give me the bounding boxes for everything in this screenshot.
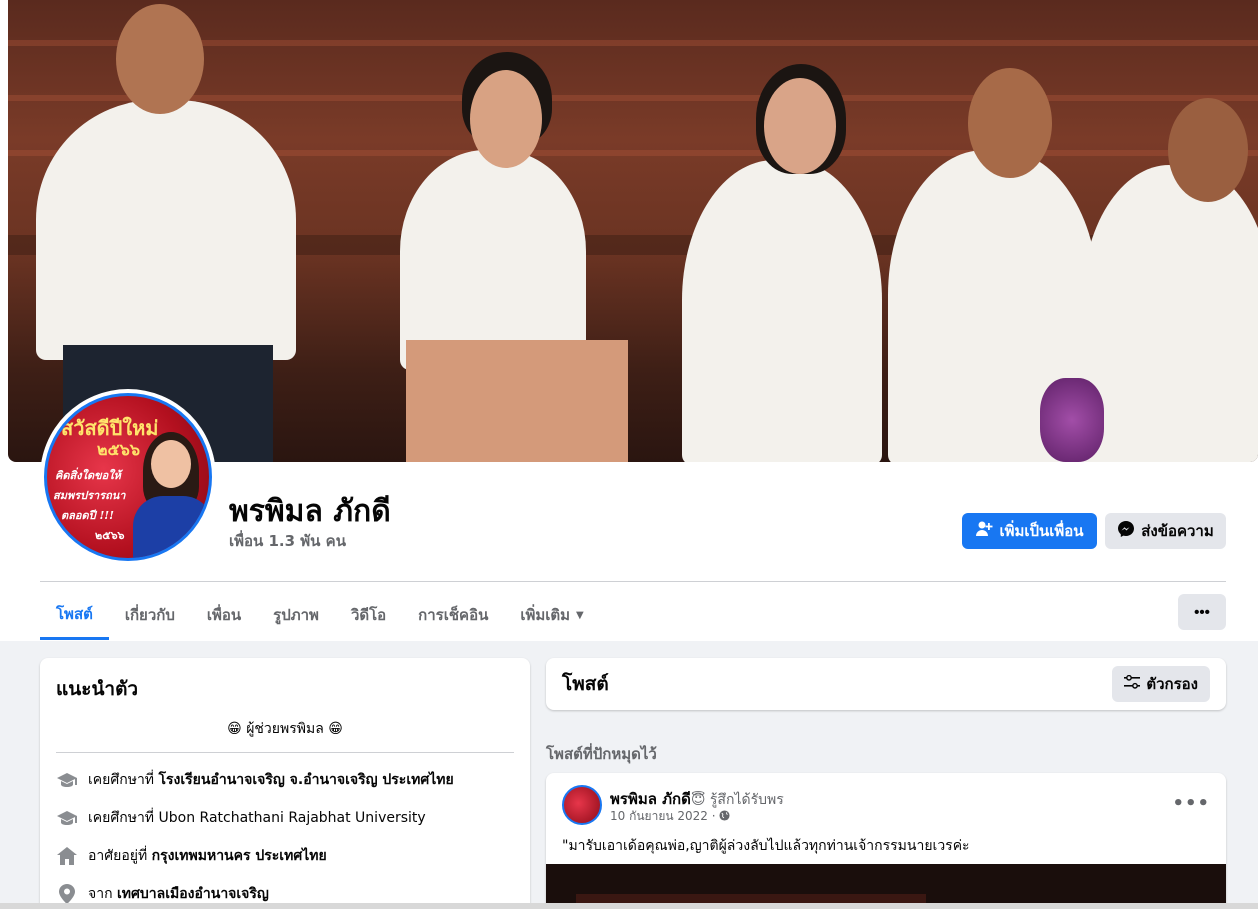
post-feeling: 😇 รู้สึกได้รับพร (690, 792, 784, 808)
tab-posts[interactable]: โพสต์ (40, 590, 109, 640)
add-friend-label: เพิ่มเป็นเพื่อน (999, 523, 1084, 540)
cover-photo[interactable] (8, 0, 1258, 462)
messenger-icon (1117, 520, 1135, 542)
post-author-name[interactable]: พรพิมล ภักดี (610, 790, 691, 808)
friends-count[interactable]: เพื่อน 1.3 พัน คน (229, 529, 346, 553)
education-university-link[interactable]: Ubon Ratchathani Rajabhat University (159, 810, 426, 826)
home-icon (56, 845, 78, 867)
intro-from-row: จาก เทศบาลเมืองอำนาจเจริญ (56, 883, 514, 905)
post-text: "มารับเอาเด้อคุณพ่อ,ญาติผู้ล่วงลับไปแล้ว… (562, 838, 970, 854)
tab-friends[interactable]: เพื่อน (191, 590, 257, 640)
row-prefix: เคยศึกษาที่ (88, 810, 155, 826)
pinned-post: พรพิมล ภักดี😇 รู้สึกได้รับพร 10 กันยายน … (546, 773, 1226, 909)
post-meta: 10 กันยายน 2022 · (610, 807, 730, 826)
avatar-caption: ๒๕๖๖ (95, 529, 125, 542)
row-prefix: เคยศึกษาที่ (88, 772, 155, 788)
filter-label: ตัวกรอง (1146, 676, 1198, 693)
posts-header-card: โพสต์ ตัวกรอง (546, 658, 1226, 710)
horizontal-scrollbar[interactable] (0, 903, 1258, 909)
more-options-button[interactable]: ••• (1178, 594, 1226, 630)
tab-photos[interactable]: รูปภาพ (257, 590, 335, 640)
globe-icon (719, 809, 730, 823)
lives-in-link[interactable]: กรุงเทพมหานคร ประเทศไทย (152, 848, 327, 864)
intro-education-row: เคยศึกษาที่ Ubon Ratchathani Rajabhat Un… (56, 807, 514, 829)
post-date[interactable]: 10 กันยายน 2022 · (610, 809, 716, 823)
add-friend-icon (975, 520, 993, 542)
pinned-posts-label: โพสต์ที่ปักหมุดไว้ (546, 745, 657, 763)
education-school-link[interactable]: โรงเรียนอำนาจเจริญ จ.อำนาจเจริญ ประเทศไท… (159, 772, 454, 788)
caret-down-icon: ▼ (576, 609, 584, 621)
intro-title: แนะนำตัว (56, 678, 139, 700)
profile-tabs: โพสต์ เกี่ยวกับ เพื่อน รูปภาพ วิดีโอ การ… (40, 590, 600, 640)
post-options-button[interactable]: ••• (1172, 793, 1210, 814)
avatar-caption: ตลอดปี !!! (61, 509, 114, 522)
row-prefix: จาก (88, 886, 113, 902)
tab-more[interactable]: เพิ่มเติม ▼ (504, 590, 599, 640)
avatar-caption: คิดสิ่งใดขอให้ (55, 469, 121, 482)
graduation-cap-icon (56, 769, 78, 791)
tab-videos[interactable]: วิดีโอ (335, 590, 402, 640)
profile-header: สวัสดีปีใหม่ ๒๕๖๖ คิดสิ่งใดขอให้ สมพรปรา… (0, 0, 1258, 641)
tab-about[interactable]: เกี่ยวกับ (109, 590, 191, 640)
post-author-avatar[interactable] (562, 785, 602, 825)
intro-education-row: เคยศึกษาที่ โรงเรียนอำนาจเจริญ จ.อำนาจเจ… (56, 769, 514, 791)
intro-bio: 😁 ผู้ช่วยพรพิมล 😁 (56, 718, 514, 753)
row-prefix: อาศัยอยู่ที่ (88, 848, 148, 864)
profile-name: พรพิมล ภักดี (229, 494, 391, 529)
tab-more-label: เพิ่มเติม (520, 606, 571, 624)
avatar-caption: ๒๕๖๖ (97, 440, 140, 459)
graduation-cap-icon (56, 807, 78, 829)
add-friend-button[interactable]: เพิ่มเป็นเพื่อน (962, 513, 1097, 549)
message-button[interactable]: ส่งข้อความ (1105, 513, 1226, 549)
avatar-image: สวัสดีปีใหม่ ๒๕๖๖ คิดสิ่งใดขอให้ สมพรปรา… (44, 393, 212, 561)
posts-title: โพสต์ (562, 673, 609, 695)
sliders-icon (1124, 674, 1141, 693)
header-divider (40, 581, 1226, 582)
intro-card: แนะนำตัว 😁 ผู้ช่วยพรพิมล 😁 เคยศึกษาที่ โ… (40, 658, 530, 909)
hometown-link[interactable]: เทศบาลเมืองอำนาจเจริญ (117, 886, 269, 902)
message-label: ส่งข้อความ (1141, 523, 1214, 540)
profile-avatar[interactable]: สวัสดีปีใหม่ ๒๕๖๖ คิดสิ่งใดขอให้ สมพรปรา… (40, 389, 216, 565)
tab-checkins[interactable]: การเช็คอิน (402, 590, 504, 640)
filter-button[interactable]: ตัวกรอง (1112, 666, 1210, 702)
avatar-caption: สมพรปรารถนา (53, 489, 126, 502)
location-pin-icon (56, 883, 78, 905)
intro-lives-in-row: อาศัยอยู่ที่ กรุงเทพมหานคร ประเทศไทย (56, 845, 514, 867)
